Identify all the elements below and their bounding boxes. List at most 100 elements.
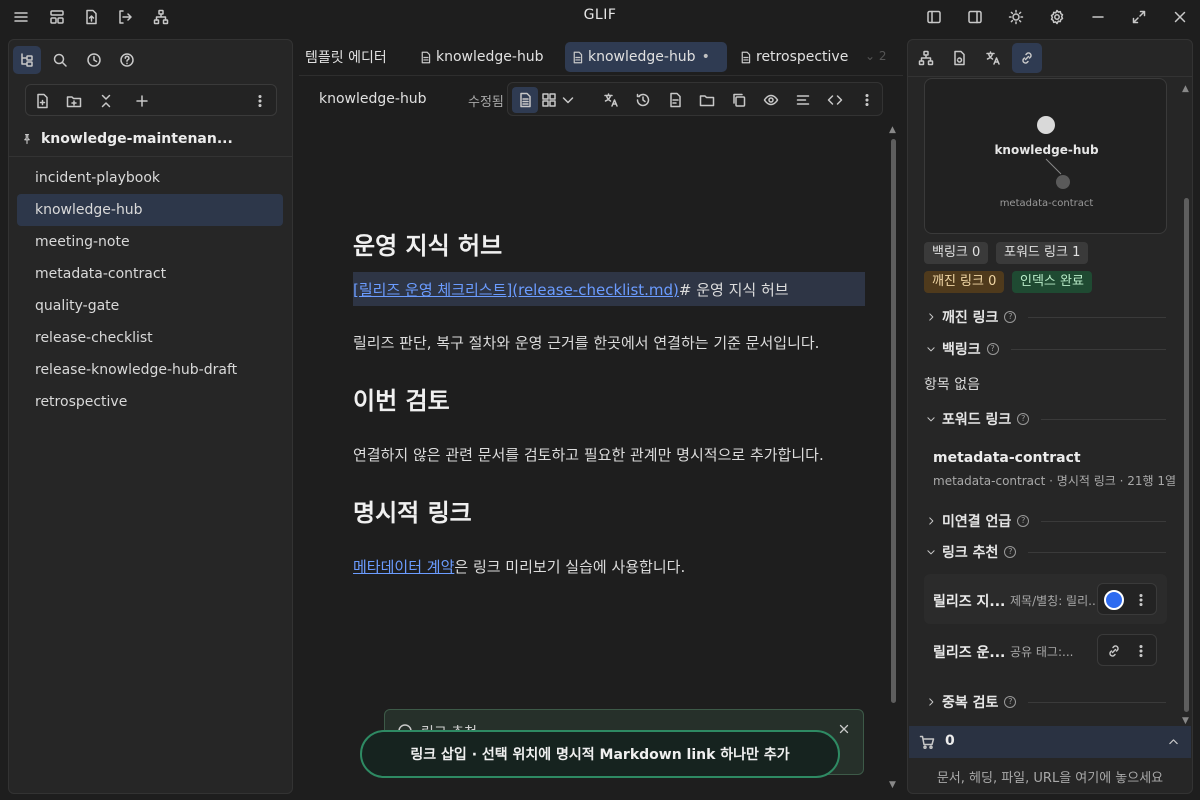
forward-link-title[interactable]: metadata-contract xyxy=(933,450,1081,466)
help-icon[interactable]: ? xyxy=(1004,311,1017,323)
maximize-icon[interactable] xyxy=(1127,6,1151,28)
vault-header[interactable]: knowledge-maintenan... xyxy=(21,128,291,150)
divider xyxy=(908,76,1192,77)
help-icon[interactable] xyxy=(113,46,141,74)
chevron-right-icon xyxy=(929,313,934,321)
editor-header: knowledge-hub 수정됨 xyxy=(299,75,903,123)
close-icon[interactable] xyxy=(837,722,853,738)
backlink-count-chip[interactable]: 백링크 0 xyxy=(924,242,989,264)
metadata-contract-link[interactable]: 메타데이터 계약 xyxy=(353,558,454,576)
section-label: 미연결 언급 xyxy=(942,514,1012,530)
section-label: 백링크 xyxy=(942,342,981,358)
file-item-quality-gate[interactable]: quality-gate xyxy=(17,290,283,322)
file-refresh-icon[interactable] xyxy=(944,43,974,73)
chevron-down-icon xyxy=(927,347,935,352)
help-icon[interactable]: ? xyxy=(1017,515,1030,527)
help-icon[interactable]: ? xyxy=(986,343,999,355)
file-item-release-checklist[interactable]: release-checklist xyxy=(17,322,283,354)
graph-canvas xyxy=(1037,116,1070,189)
chevron-down-icon xyxy=(927,550,935,555)
tab-knowledge-hub-active[interactable]: knowledge-hub • xyxy=(565,42,727,72)
file-item-meeting-note[interactable]: meeting-note xyxy=(17,226,283,258)
translate-icon[interactable] xyxy=(978,43,1008,73)
source-code-icon[interactable] xyxy=(822,87,848,113)
copy-icon[interactable] xyxy=(726,87,752,113)
minimize-icon[interactable] xyxy=(1086,6,1110,28)
file-item-metadata-contract[interactable]: metadata-contract xyxy=(17,258,283,290)
translate-icon[interactable] xyxy=(598,87,624,113)
file-item-knowledge-hub[interactable]: knowledge-hub xyxy=(17,194,283,226)
editor-scrollbar[interactable] xyxy=(891,139,896,703)
more-options-icon[interactable] xyxy=(1130,589,1152,611)
right-sidebar-toggle-icon[interactable] xyxy=(963,6,987,28)
help-icon[interactable]: ? xyxy=(1004,546,1017,558)
link-icon[interactable] xyxy=(1012,43,1042,73)
insert-link-icon[interactable] xyxy=(1103,640,1125,662)
tab-overflow-count: 2 xyxy=(878,49,887,63)
title-bar: GLIF xyxy=(0,0,1200,34)
link-url[interactable]: (release-checklist.md) xyxy=(512,281,679,299)
suggestion-actions xyxy=(1097,583,1157,615)
section-backlinks[interactable]: 백링크 ? xyxy=(926,339,1166,359)
loading-spinner-icon[interactable] xyxy=(1103,589,1125,611)
open-folder-icon[interactable] xyxy=(694,87,720,113)
insert-link-toast[interactable]: 링크 삽입 · 선택 위치에 명시적 Markdown link 하나만 추가 xyxy=(360,730,840,778)
collapse-all-icon[interactable] xyxy=(95,90,117,112)
link-line[interactable]: [릴리즈 운영 체크리스트](release-checklist.md)# 운영… xyxy=(353,279,789,300)
tab-retrospective[interactable]: retrospective xyxy=(733,42,854,72)
scroll-down-arrow[interactable]: ▼ xyxy=(889,780,896,790)
file-item-retrospective[interactable]: retrospective xyxy=(17,386,283,418)
drop-zone[interactable]: 문서, 헤딩, 파일, URL을 여기에 놓으세요 xyxy=(908,760,1192,793)
scroll-up-arrow[interactable]: ▲ xyxy=(889,125,896,135)
search-icon[interactable] xyxy=(46,46,74,74)
link-trailing-text: # 운영 지식 허브 xyxy=(678,281,789,299)
settings-gear-icon[interactable] xyxy=(1045,6,1069,28)
help-icon[interactable]: ? xyxy=(1017,413,1030,425)
section-unlinked-mentions[interactable]: 미연결 언급 ? xyxy=(926,511,1166,531)
paragraph-3-rest: 은 링크 미리보기 실습에 사용합니다. xyxy=(454,558,686,576)
suggestion-row[interactable]: 릴리즈 운... 공유 태그:... xyxy=(924,625,1167,675)
add-icon[interactable] xyxy=(131,90,153,112)
broken-link-count-chip[interactable]: 깨진 링크 0 xyxy=(924,271,1005,293)
chevron-down-icon[interactable] xyxy=(558,87,578,113)
close-window-icon[interactable] xyxy=(1168,6,1192,28)
recent-history-icon[interactable] xyxy=(80,46,108,74)
outline-icon[interactable] xyxy=(790,87,816,113)
tab-overflow[interactable]: ⌄ 2 xyxy=(865,49,887,63)
chevron-up-icon[interactable] xyxy=(1167,735,1180,748)
section-forward-links[interactable]: 포워드 링크 ? xyxy=(926,409,1166,429)
theme-sun-icon[interactable] xyxy=(1004,6,1028,28)
local-graph[interactable]: knowledge-hub metadata-contract xyxy=(924,78,1167,234)
scroll-up-arrow[interactable]: ▲ xyxy=(1182,84,1189,94)
more-options-icon[interactable] xyxy=(249,90,271,112)
link-cart-bar[interactable]: 0 xyxy=(909,726,1191,758)
link-text[interactable]: [릴리즈 운영 체크리스트] xyxy=(353,281,512,299)
file-tree-icon[interactable] xyxy=(13,46,41,74)
graph-view-icon[interactable] xyxy=(911,43,941,73)
tab-knowledge-hub[interactable]: knowledge-hub xyxy=(413,42,550,72)
properties-icon[interactable] xyxy=(662,87,688,113)
new-folder-icon[interactable] xyxy=(63,90,85,112)
links-panel: knowledge-hub metadata-contract 백링크 0 포워… xyxy=(907,39,1193,794)
document-view-icon[interactable] xyxy=(512,87,538,113)
tab-template-editor[interactable]: 템플릿 에디터 xyxy=(299,42,393,72)
links-panel-scrollbar[interactable] xyxy=(1184,198,1189,712)
preview-eye-icon[interactable] xyxy=(758,87,784,113)
section-duplicate-review[interactable]: 중복 검토 ? xyxy=(926,692,1166,712)
help-icon[interactable]: ? xyxy=(1004,696,1017,708)
scroll-down-arrow[interactable]: ▼ xyxy=(1182,716,1189,726)
section-link-suggestions[interactable]: 링크 추천 ? xyxy=(926,542,1166,562)
file-item-incident-playbook[interactable]: incident-playbook xyxy=(17,162,283,194)
left-sidebar-toggle-icon[interactable] xyxy=(922,6,946,28)
history-icon[interactable] xyxy=(630,87,656,113)
more-options-icon[interactable] xyxy=(854,87,880,113)
editor-panel: 템플릿 에디터 knowledge-hub knowledge-hub • re… xyxy=(299,39,903,794)
cart-count: 0 xyxy=(945,733,955,749)
file-item-release-knowledge-hub-draft[interactable]: release-knowledge-hub-draft xyxy=(17,354,283,386)
section-broken-links[interactable]: 깨진 링크 ? xyxy=(926,307,1166,327)
graph-node-main xyxy=(1037,116,1055,134)
suggestion-row[interactable]: 릴리즈 지... 제목/별칭: 릴리... xyxy=(924,574,1167,624)
forward-link-count-chip[interactable]: 포워드 링크 1 xyxy=(996,242,1089,264)
more-options-icon[interactable] xyxy=(1130,640,1152,662)
new-file-icon[interactable] xyxy=(31,90,53,112)
